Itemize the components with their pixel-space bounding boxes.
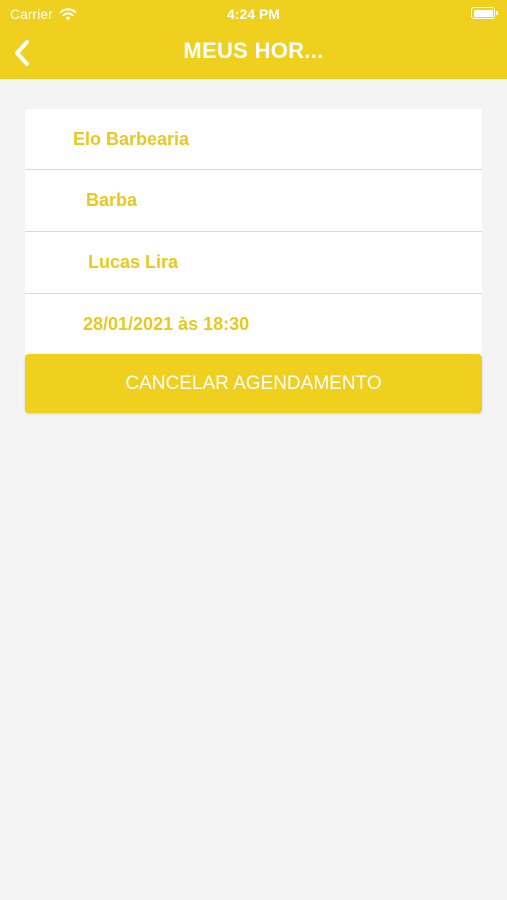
- status-time: 4:24 PM: [227, 6, 280, 22]
- barbershop-name: Elo Barbearia: [73, 128, 190, 149]
- back-button[interactable]: [8, 36, 36, 70]
- datetime-row: 28/01/2021 às 18:30: [25, 294, 482, 355]
- battery-level: [473, 9, 493, 17]
- appointment-datetime: 28/01/2021 às 18:30: [83, 314, 250, 334]
- chevron-left-icon: [15, 40, 29, 66]
- service-row: Barba: [25, 170, 482, 232]
- barbershop-row: Elo Barbearia: [25, 109, 482, 170]
- barber-name: Lucas Lira: [88, 252, 179, 272]
- appointment-card: Elo Barbearia Barba Lucas Lira 28/01/202…: [25, 109, 482, 355]
- header: Carrier 4:24 PM MEUS HOR...: [0, 0, 507, 79]
- battery-icon: [471, 7, 498, 19]
- page-title: MEUS HOR...: [183, 38, 324, 63]
- service-name: Barba: [86, 190, 138, 210]
- cancel-appointment-button[interactable]: CANCELAR AGENDAMENTO: [25, 354, 482, 413]
- battery-tip: [496, 11, 498, 15]
- status-bar: Carrier 4:24 PM: [0, 0, 507, 28]
- barber-row: Lucas Lira: [25, 232, 482, 294]
